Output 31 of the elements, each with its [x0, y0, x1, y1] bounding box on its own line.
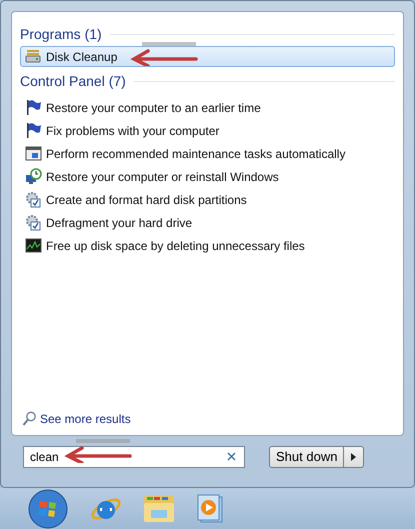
triangle-icon — [351, 452, 356, 460]
start-icon[interactable] — [26, 488, 70, 528]
result-item[interactable]: Defragment your hard drive — [20, 212, 395, 233]
search-icon — [22, 411, 36, 427]
flag-icon — [25, 99, 42, 116]
annotation-arrow — [62, 437, 132, 463]
search-field[interactable]: clean — [23, 446, 245, 468]
result-item[interactable]: Restore your computer to an earlier time — [20, 97, 395, 118]
gear-checklist-icon — [25, 214, 42, 231]
annotation-arrow — [128, 40, 198, 66]
options-button[interactable] — [344, 446, 364, 468]
result-item[interactable]: Restore your computer or reinstall Windows — [20, 166, 395, 187]
search-text[interactable]: clean — [30, 450, 70, 464]
section-heading: Programs (1) — [20, 26, 102, 42]
drive-icon — [25, 48, 42, 65]
result-item[interactable]: Free up disk space by deleting unnecessary files — [20, 235, 395, 256]
result-item[interactable]: Disk Cleanup — [20, 46, 395, 67]
monitor-clock-icon — [25, 168, 42, 185]
result-item[interactable]: Create and format hard disk partitions — [20, 189, 395, 210]
see-more-link[interactable]: See more results — [20, 411, 395, 427]
monitor-chart-icon — [25, 237, 42, 254]
flag-icon — [25, 122, 42, 139]
result-item[interactable]: Fix problems with your computer — [20, 120, 395, 141]
result-item[interactable]: Perform recommended maintenance tasks automatically — [20, 143, 395, 164]
media-player-icon[interactable] — [196, 494, 224, 524]
section-heading: Control Panel (7) — [20, 73, 126, 89]
folder-icon[interactable] — [142, 494, 176, 524]
shut-down-button[interactable]: Shut down — [269, 446, 344, 468]
clear-icon[interactable] — [227, 452, 236, 461]
gear-checklist-icon — [25, 191, 42, 208]
window-icon — [25, 145, 42, 162]
